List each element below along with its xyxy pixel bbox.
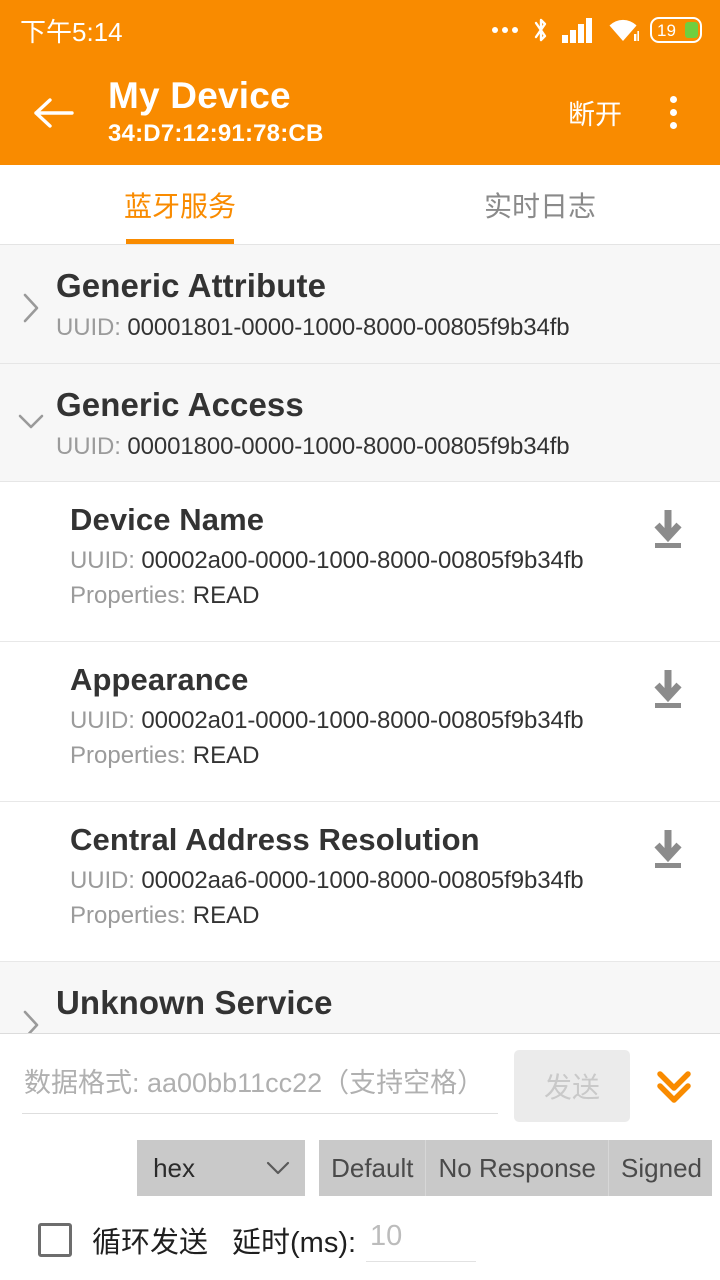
status-bar-icons: 19 (492, 16, 702, 44)
uuid-label: UUID: (70, 547, 135, 575)
download-read-icon (654, 830, 682, 869)
tab-realtime-log[interactable]: 实时日志 (360, 165, 720, 244)
uuid-value: 00002aa6-0000-1000-8000-00805f9b34fb (141, 867, 584, 895)
uuid-label: UUID: (70, 867, 135, 895)
service-uuid-line: UUID: 00001800-0000-1000-8000-00805f9b34… (56, 433, 700, 462)
write-type-no-response-button[interactable]: No Response (426, 1140, 610, 1196)
overflow-menu-icon[interactable] (646, 81, 700, 145)
characteristic-name: Central Address Resolution (70, 822, 480, 858)
characteristic-name: Device Name (70, 502, 265, 538)
battery-level-label: 19 (657, 20, 676, 40)
characteristic-uuid-line: UUID: 00002a00-0000-1000-8000-00805f9b34… (70, 547, 638, 576)
service-name: Unknown Service (56, 984, 333, 1022)
service-text: Generic Access UUID: 00001800-0000-1000-… (48, 386, 700, 462)
write-type-signed-button[interactable]: Signed (609, 1140, 712, 1196)
uuid-value: 00002a01-0000-1000-8000-00805f9b34fb (141, 707, 584, 735)
tab-bar: 蓝牙服务 实时日志 (0, 165, 720, 245)
properties-value: READ (192, 581, 260, 609)
send-button[interactable]: 发送 (513, 1050, 630, 1122)
status-bar: 下午5:14 19 (0, 0, 720, 60)
characteristic-properties-line: Properties: READ (70, 902, 638, 931)
wifi-icon (607, 17, 639, 43)
download-read-icon (654, 510, 682, 549)
characteristic-name: Appearance (70, 662, 249, 698)
write-type-group: Default No Response Signed (319, 1140, 712, 1196)
service-uuid-line: UUID: 00001801-0000-1000-8000-00805f9b34… (56, 314, 700, 343)
expand-panel-button[interactable] (646, 1058, 702, 1114)
data-format-value: hex (153, 1152, 196, 1183)
back-button[interactable] (22, 81, 86, 145)
download-read-icon (654, 670, 682, 709)
service-text: Generic Attribute UUID: 00001801-0000-10… (48, 267, 700, 343)
ble-debug-screen: 下午5:14 19 My Device 34:D7:12:91:78:CB 断开… (0, 0, 720, 1280)
delay-input[interactable] (366, 1218, 477, 1262)
more-dots-icon (492, 27, 518, 33)
loop-send-checkbox[interactable] (38, 1223, 72, 1257)
read-characteristic-button[interactable] (638, 662, 698, 712)
loop-send-label: 循环发送 (92, 1227, 209, 1259)
service-name: Generic Access (56, 385, 304, 423)
data-input[interactable] (22, 1058, 498, 1114)
device-mac-address: 34:D7:12:91:78:CB (108, 119, 324, 147)
characteristic-uuid-line: UUID: 00002aa6-0000-1000-8000-00805f9b34… (70, 867, 638, 896)
characteristic-row[interactable]: Device Name UUID: 00002a00-0000-1000-800… (0, 482, 720, 643)
back-arrow-icon (34, 97, 74, 128)
properties-value: READ (192, 901, 260, 929)
battery-icon: 19 (650, 17, 702, 43)
chevron-down-icon (265, 1153, 291, 1184)
characteristic-text: Central Address Resolution UUID: 00002aa… (70, 822, 638, 930)
cellular-signal-icon (562, 17, 596, 43)
service-name: Generic Attribute (56, 267, 327, 304)
characteristic-row[interactable]: Central Address Resolution UUID: 00002aa… (0, 802, 720, 963)
uuid-value: 00002a00-0000-1000-8000-00805f9b34fb (141, 547, 584, 575)
tab-bluetooth-services[interactable]: 蓝牙服务 (0, 165, 360, 244)
characteristic-properties-line: Properties: READ (70, 582, 638, 611)
characteristic-text: Appearance UUID: 00002a01-0000-1000-8000… (70, 662, 638, 770)
properties-value: READ (192, 741, 260, 769)
uuid-value: 00001801-0000-1000-8000-00805f9b34fb (127, 313, 570, 341)
properties-label: Properties: (70, 581, 187, 609)
write-panel: 发送 hex Default No Response Si (0, 1033, 720, 1280)
properties-label: Properties: (70, 741, 187, 769)
write-options-row: hex Default No Response Signed (0, 1136, 720, 1196)
device-name-title: My Device (108, 75, 291, 117)
chevron-right-icon (14, 267, 48, 325)
app-bar: My Device 34:D7:12:91:78:CB 断开 (0, 60, 720, 165)
chevron-down-icon (14, 386, 48, 432)
service-row[interactable]: Generic Attribute UUID: 00001801-0000-10… (0, 245, 720, 364)
properties-label: Properties: (70, 901, 187, 929)
write-type-default-button[interactable]: Default (319, 1140, 427, 1196)
characteristic-text: Device Name UUID: 00002a00-0000-1000-800… (70, 502, 638, 610)
tab-bluetooth-services-label: 蓝牙服务 (123, 190, 236, 222)
status-bar-clock: 下午5:14 (20, 16, 123, 47)
characteristic-properties-line: Properties: READ (70, 742, 638, 771)
loop-send-row: 循环发送 延时(ms): (0, 1196, 720, 1270)
uuid-value: 00001800-0000-1000-8000-00805f9b34fb (127, 432, 570, 460)
tab-realtime-log-label: 实时日志 (483, 190, 596, 222)
uuid-label: UUID: (70, 707, 135, 735)
disconnect-button[interactable]: 断开 (562, 85, 628, 140)
double-chevron-down-icon (657, 1071, 691, 1103)
uuid-label: UUID: (56, 313, 121, 341)
service-row[interactable]: Generic Access UUID: 00001800-0000-1000-… (0, 363, 720, 483)
bluetooth-icon (531, 16, 551, 44)
characteristic-row[interactable]: Appearance UUID: 00002a01-0000-1000-8000… (0, 642, 720, 803)
delay-label: 延时(ms): (232, 1227, 357, 1259)
app-bar-titles: My Device 34:D7:12:91:78:CB (108, 76, 562, 149)
read-characteristic-button[interactable] (638, 502, 698, 552)
data-format-select[interactable]: hex (137, 1140, 306, 1196)
read-characteristic-button[interactable] (638, 822, 698, 872)
send-row: 发送 (0, 1034, 720, 1136)
characteristic-uuid-line: UUID: 00002a01-0000-1000-8000-00805f9b34… (70, 707, 638, 736)
uuid-label: UUID: (56, 432, 121, 460)
